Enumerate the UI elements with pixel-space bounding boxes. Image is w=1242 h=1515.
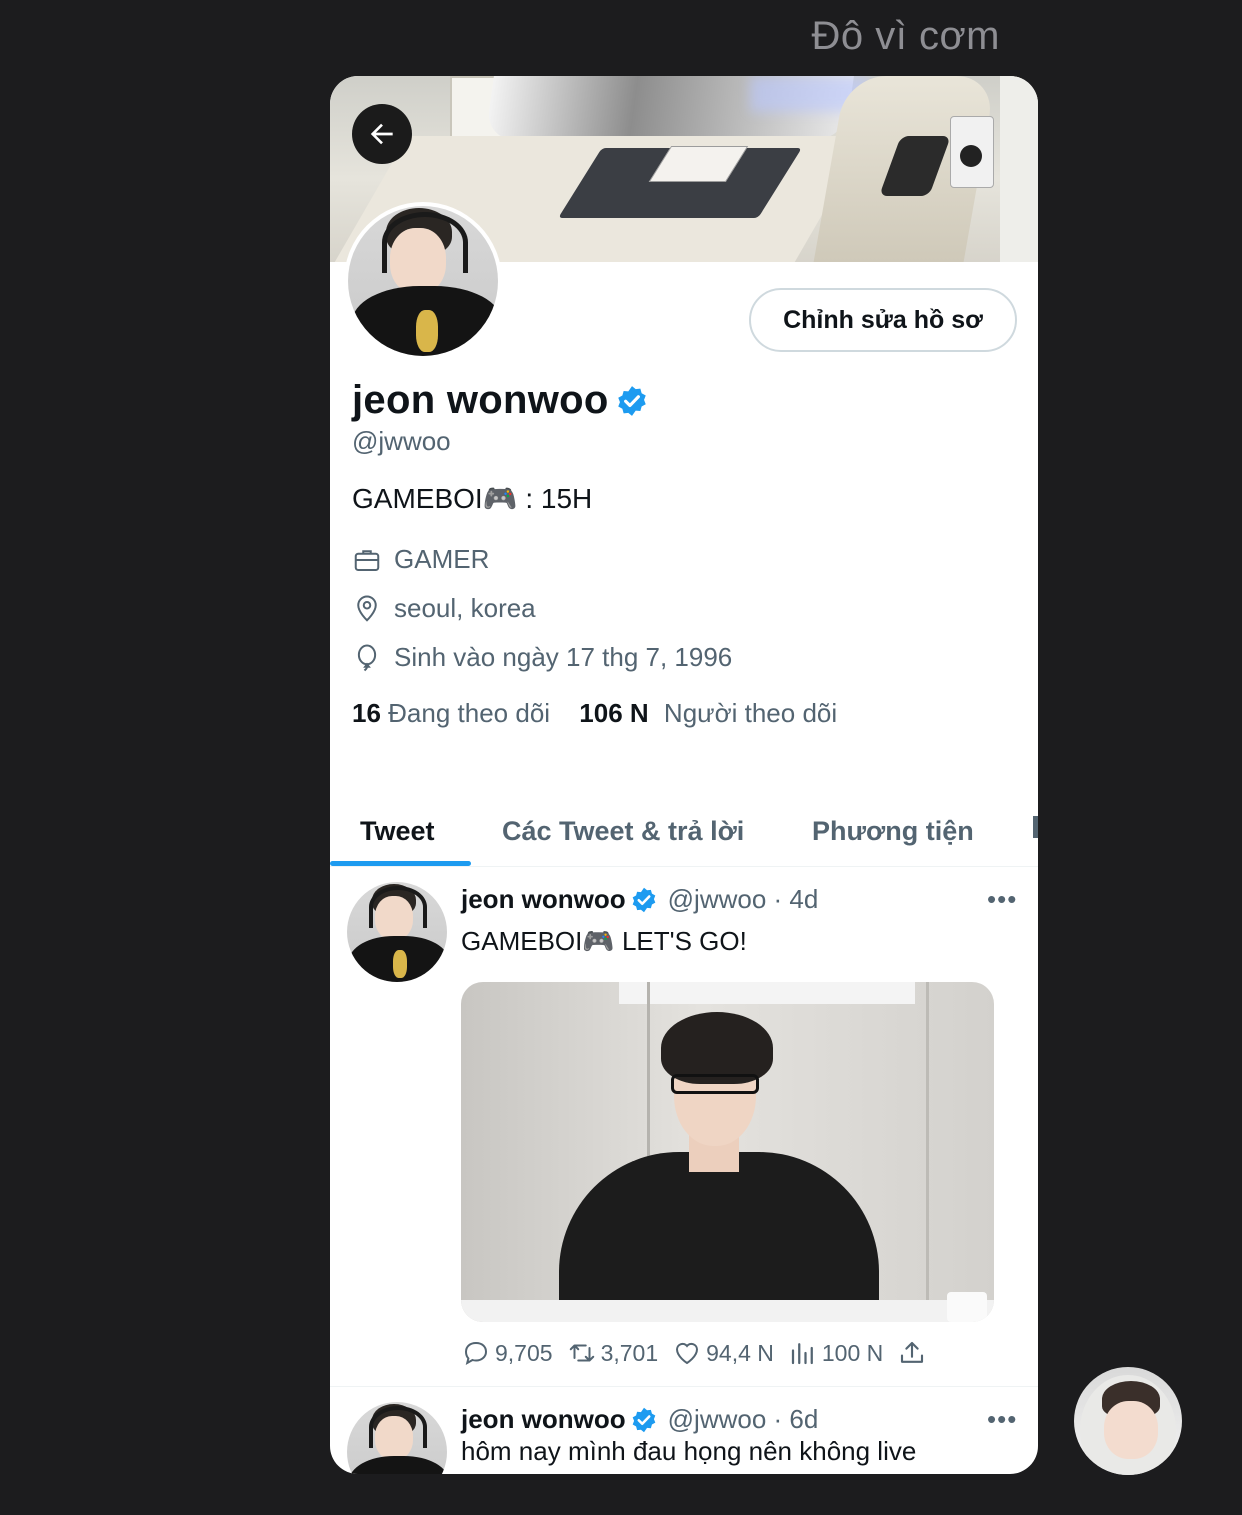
profile-job-text: GAMER — [394, 544, 490, 574]
profile-tabs: Tweet Các Tweet & trả lời Phương tiện — [330, 796, 1038, 867]
verified-badge-icon — [632, 887, 655, 912]
tweet-media-photo[interactable] — [461, 982, 994, 1322]
retweet-icon — [569, 1344, 594, 1362]
profile-bio: GAMEBOI🎮 : 15H — [352, 483, 593, 514]
profile-location: seoul, korea — [352, 593, 536, 624]
tweet-handle-time: @jwwoo · 6d — [667, 1404, 819, 1434]
tweet-more-button[interactable]: ••• — [987, 884, 1017, 915]
profile-name: jeon wonwoo — [352, 378, 609, 422]
reply-button[interactable]: 9,705 — [461, 1338, 553, 1368]
followers-link[interactable]: 106 N Người theo dõi — [579, 698, 837, 728]
location-pin-icon — [357, 595, 377, 622]
edit-profile-button[interactable]: Chỉnh sửa hồ sơ — [749, 288, 1017, 352]
share-upload-icon — [901, 1341, 924, 1363]
profile-avatar[interactable] — [344, 202, 502, 360]
views-button[interactable]: 100 N — [788, 1338, 883, 1368]
followers-count: 106 N — [579, 698, 649, 728]
follow-stats: 16 Đang theo dõi 106 N Người theo dõi — [352, 698, 837, 729]
tweet-header: jeon wonwoo @jwwoo · 4d — [461, 884, 818, 915]
active-tab-indicator — [330, 861, 471, 866]
tweet-text: hôm nay mình đau họng nên không live — [461, 1436, 917, 1466]
tweet-handle-time: @jwwoo · 4d — [667, 884, 819, 914]
retweet-count: 3,701 — [600, 1339, 659, 1366]
reply-count: 9,705 — [495, 1339, 553, 1366]
tweet-author-name[interactable]: jeon wonwoo — [461, 884, 626, 915]
share-button[interactable] — [897, 1338, 931, 1368]
reply-bubble-icon — [464, 1341, 488, 1366]
chat-contact-avatar[interactable] — [1074, 1367, 1182, 1475]
views-count: 100 N — [821, 1339, 884, 1366]
retweet-button[interactable]: 3,701 — [567, 1338, 659, 1368]
following-link[interactable]: 16 Đang theo dõi — [352, 698, 550, 728]
tab-tweets-replies[interactable]: Các Tweet & trả lời — [502, 796, 744, 866]
profile-birthday-text: Sinh vào ngày 17 thg 7, 1996 — [394, 642, 733, 672]
briefcase-icon — [354, 549, 380, 571]
profile-name-row: jeon wonwoo — [352, 378, 649, 423]
heart-icon — [676, 1342, 699, 1365]
shared-profile-screenshot[interactable]: Chỉnh sửa hồ sơ jeon wonwoo @jwwoo GAMEB… — [330, 76, 1038, 1474]
tab-tweet[interactable]: Tweet — [360, 796, 435, 866]
tweet-more-button[interactable]: ••• — [987, 1404, 1017, 1435]
tweet-author-name[interactable]: jeon wonwoo — [461, 1404, 626, 1435]
following-count: 16 — [352, 698, 381, 728]
following-label: Đang theo dõi — [388, 698, 551, 728]
verified-badge-icon — [617, 385, 646, 416]
like-count: 94,4 N — [706, 1339, 774, 1366]
tweet-avatar[interactable] — [347, 1402, 447, 1474]
tweet-divider — [330, 1386, 1038, 1387]
profile-location-text: seoul, korea — [394, 593, 536, 623]
profile-job: GAMER — [352, 544, 489, 575]
analytics-bars-icon — [791, 1343, 813, 1365]
tab-media[interactable]: Phương tiện — [812, 796, 974, 866]
chat-contact-name: Đô vì cơm — [811, 14, 1000, 58]
arrow-left-icon — [370, 123, 393, 145]
tweet-avatar[interactable] — [347, 882, 447, 982]
back-button[interactable] — [352, 104, 412, 164]
tab-overflow-edge — [1033, 816, 1038, 838]
verified-badge-icon — [632, 1407, 655, 1432]
tweet-header: jeon wonwoo @jwwoo · 6d — [461, 1404, 818, 1435]
followers-label: Người theo dõi — [663, 698, 838, 728]
balloon-icon — [357, 644, 377, 671]
tweet-actions: 9,705 3,701 94,4 N 100 N — [461, 1338, 1001, 1368]
profile-handle: @jwwoo — [352, 426, 451, 456]
tweet-text: GAMEBOI🎮 LET'S GO! — [461, 926, 747, 956]
like-button[interactable]: 94,4 N — [672, 1338, 774, 1368]
profile-birthday: Sinh vào ngày 17 thg 7, 1996 — [352, 642, 732, 673]
